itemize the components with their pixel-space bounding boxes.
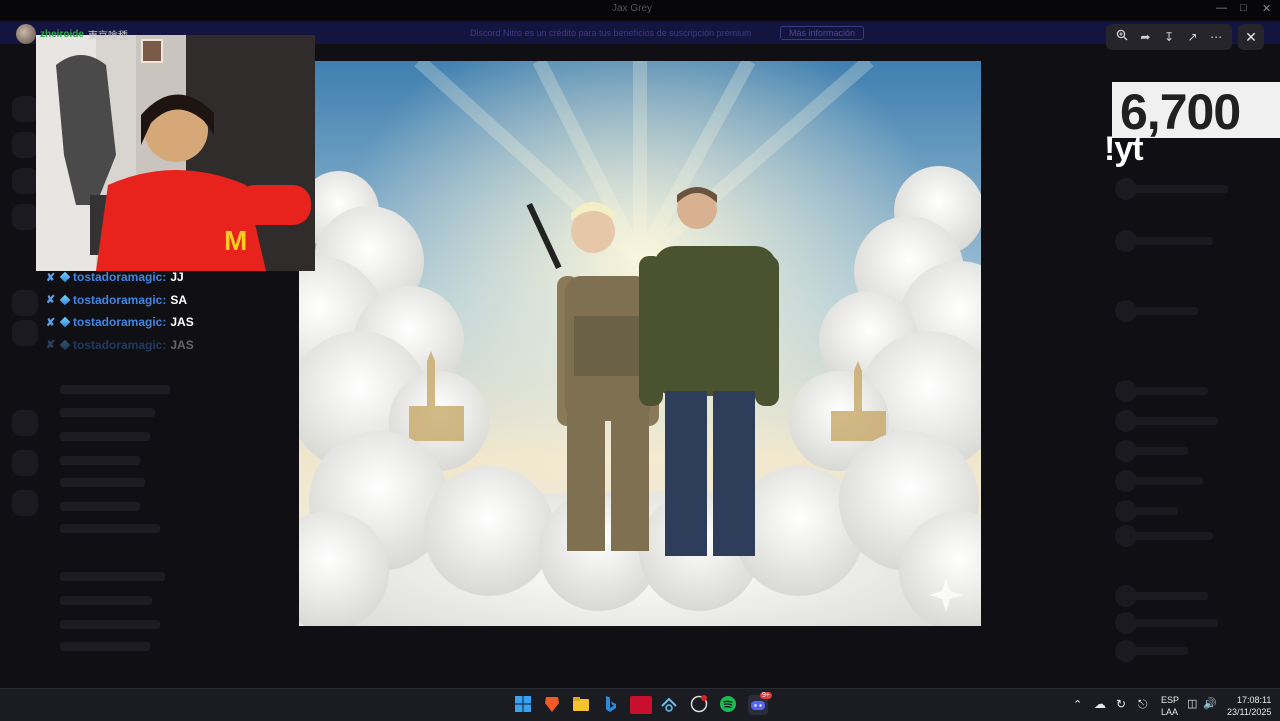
chat-text: JJ <box>170 270 184 285</box>
more-icon[interactable]: ⋯ <box>1207 28 1225 46</box>
sync-icon[interactable]: ↻ <box>1116 697 1126 711</box>
window-title: Jax Grey <box>612 3 653 14</box>
command-text: !yt <box>1104 130 1144 168</box>
streamer-avatar <box>16 24 36 44</box>
obs-icon[interactable] <box>690 695 710 715</box>
member-item[interactable] <box>1118 237 1213 245</box>
channel-item[interactable] <box>60 456 140 465</box>
steam-icon[interactable] <box>660 695 680 715</box>
windows-start-icon[interactable] <box>514 695 534 715</box>
streamer-name: zheiroide <box>40 28 84 40</box>
chat-username: tostadoramagic: <box>73 337 167 352</box>
channel-item[interactable] <box>60 432 150 441</box>
member-item[interactable] <box>1118 507 1178 515</box>
taskbar: 9+ ⌃ ☁ ↻ ⎋ ESP LAA ◫ 🔊 17:08:11 23/11/20… <box>0 688 1280 721</box>
svg-text:M: M <box>224 225 247 256</box>
spotify-icon[interactable] <box>719 695 739 715</box>
title-bar: Jax Grey — □ ✕ <box>0 0 1280 20</box>
member-item[interactable] <box>1118 477 1203 485</box>
streamer-badge: 東京喰種 <box>87 30 128 42</box>
file-explorer-icon[interactable] <box>572 695 592 715</box>
language-bottom[interactable]: LAA <box>1161 707 1178 717</box>
clock-time[interactable]: 17:08:11 <box>1237 695 1271 705</box>
member-item[interactable] <box>1118 647 1188 655</box>
sword-icon: ✘ <box>46 271 56 284</box>
channel-item[interactable] <box>60 572 165 581</box>
forward-icon[interactable]: ➦ <box>1136 28 1154 46</box>
chat-message: ✘ tostadoramagic: JAS <box>46 311 286 334</box>
server-icon[interactable] <box>12 490 38 516</box>
chat-message: ✘ tostadoramagic: SA <box>46 289 286 312</box>
discord-icon[interactable]: 9+ <box>748 692 772 715</box>
server-icon[interactable] <box>12 132 38 158</box>
member-item[interactable] <box>1118 619 1218 627</box>
member-item[interactable] <box>1118 532 1213 540</box>
video-app-icon[interactable] <box>630 696 652 714</box>
member-item[interactable] <box>1118 447 1188 455</box>
language-top[interactable]: ESP <box>1161 695 1179 705</box>
chat-message: ✘ tostadoramagic: JJ <box>46 266 286 289</box>
server-icon[interactable] <box>12 320 38 346</box>
stream-header: zheiroide 東京喰種 <box>16 24 128 44</box>
cloud-icon[interactable]: ☁ <box>1094 697 1106 711</box>
image-viewer-toolbar: ➦ ↧ ↗ ⋯ <box>1106 24 1232 50</box>
member-item[interactable] <box>1118 185 1228 193</box>
chat-text: SA <box>170 292 188 307</box>
chat-text: JAS <box>170 315 194 330</box>
download-icon[interactable]: ↧ <box>1160 28 1178 46</box>
cube-icon <box>59 294 71 306</box>
viewer-image[interactable] <box>299 61 981 626</box>
chat-message: ✘ tostadoramagic: JAS <box>46 334 286 357</box>
cube-icon <box>59 339 71 351</box>
tray-chevron-icon[interactable]: ⌃ <box>1073 698 1082 711</box>
member-item[interactable] <box>1118 307 1198 315</box>
server-icon[interactable] <box>12 450 38 476</box>
brave-icon[interactable] <box>543 695 563 715</box>
network-icon[interactable]: ◫ <box>1187 697 1197 710</box>
banner-button[interactable]: Más información <box>780 26 865 40</box>
member-item[interactable] <box>1118 592 1208 600</box>
channel-item[interactable] <box>60 596 152 605</box>
server-icon[interactable] <box>12 168 38 194</box>
sword-icon: ✘ <box>46 294 56 307</box>
open-external-icon[interactable]: ↗ <box>1184 28 1202 46</box>
chat-username: tostadoramagic: <box>73 270 167 285</box>
channel-item[interactable] <box>60 502 140 511</box>
stream-chat: ✘ tostadoramagic: JJ ✘ tostadoramagic: S… <box>46 266 286 356</box>
sword-icon: ✘ <box>46 316 56 329</box>
server-icon[interactable] <box>12 96 38 122</box>
minimize-icon[interactable]: — <box>1216 2 1227 14</box>
cube-icon <box>59 271 71 283</box>
close-icon[interactable]: ✕ <box>1238 24 1264 50</box>
clock-date[interactable]: 23/11/2025 <box>1227 707 1271 717</box>
server-icon[interactable] <box>12 204 38 230</box>
bing-icon[interactable] <box>601 695 621 715</box>
maximize-icon[interactable]: □ <box>1240 2 1247 14</box>
zoom-in-icon[interactable] <box>1113 28 1131 46</box>
channel-item[interactable] <box>60 478 145 487</box>
server-icon[interactable] <box>12 290 38 316</box>
channel-item[interactable] <box>60 642 150 651</box>
server-icon[interactable] <box>12 410 38 436</box>
chat-text: JAS <box>170 337 194 352</box>
volume-icon[interactable]: 🔊 <box>1203 697 1217 710</box>
cube-icon <box>59 316 71 328</box>
channel-item[interactable] <box>60 524 160 533</box>
channel-item[interactable] <box>60 620 160 629</box>
banner-text: Discord Nitro es un crédito para tus ben… <box>470 28 752 38</box>
member-item[interactable] <box>1118 387 1208 395</box>
chat-username: tostadoramagic: <box>73 292 167 307</box>
channel-item[interactable] <box>60 385 170 394</box>
member-item[interactable] <box>1118 417 1218 425</box>
mic-icon[interactable]: ⎋ <box>1138 697 1148 712</box>
chat-username: tostadoramagic: <box>73 315 167 330</box>
notification-badge: 9+ <box>760 692 772 699</box>
channel-item[interactable] <box>60 408 155 417</box>
webcam-feed: M <box>36 35 315 271</box>
sword-icon: ✘ <box>46 339 56 352</box>
close-window-icon[interactable]: ✕ <box>1262 2 1271 15</box>
